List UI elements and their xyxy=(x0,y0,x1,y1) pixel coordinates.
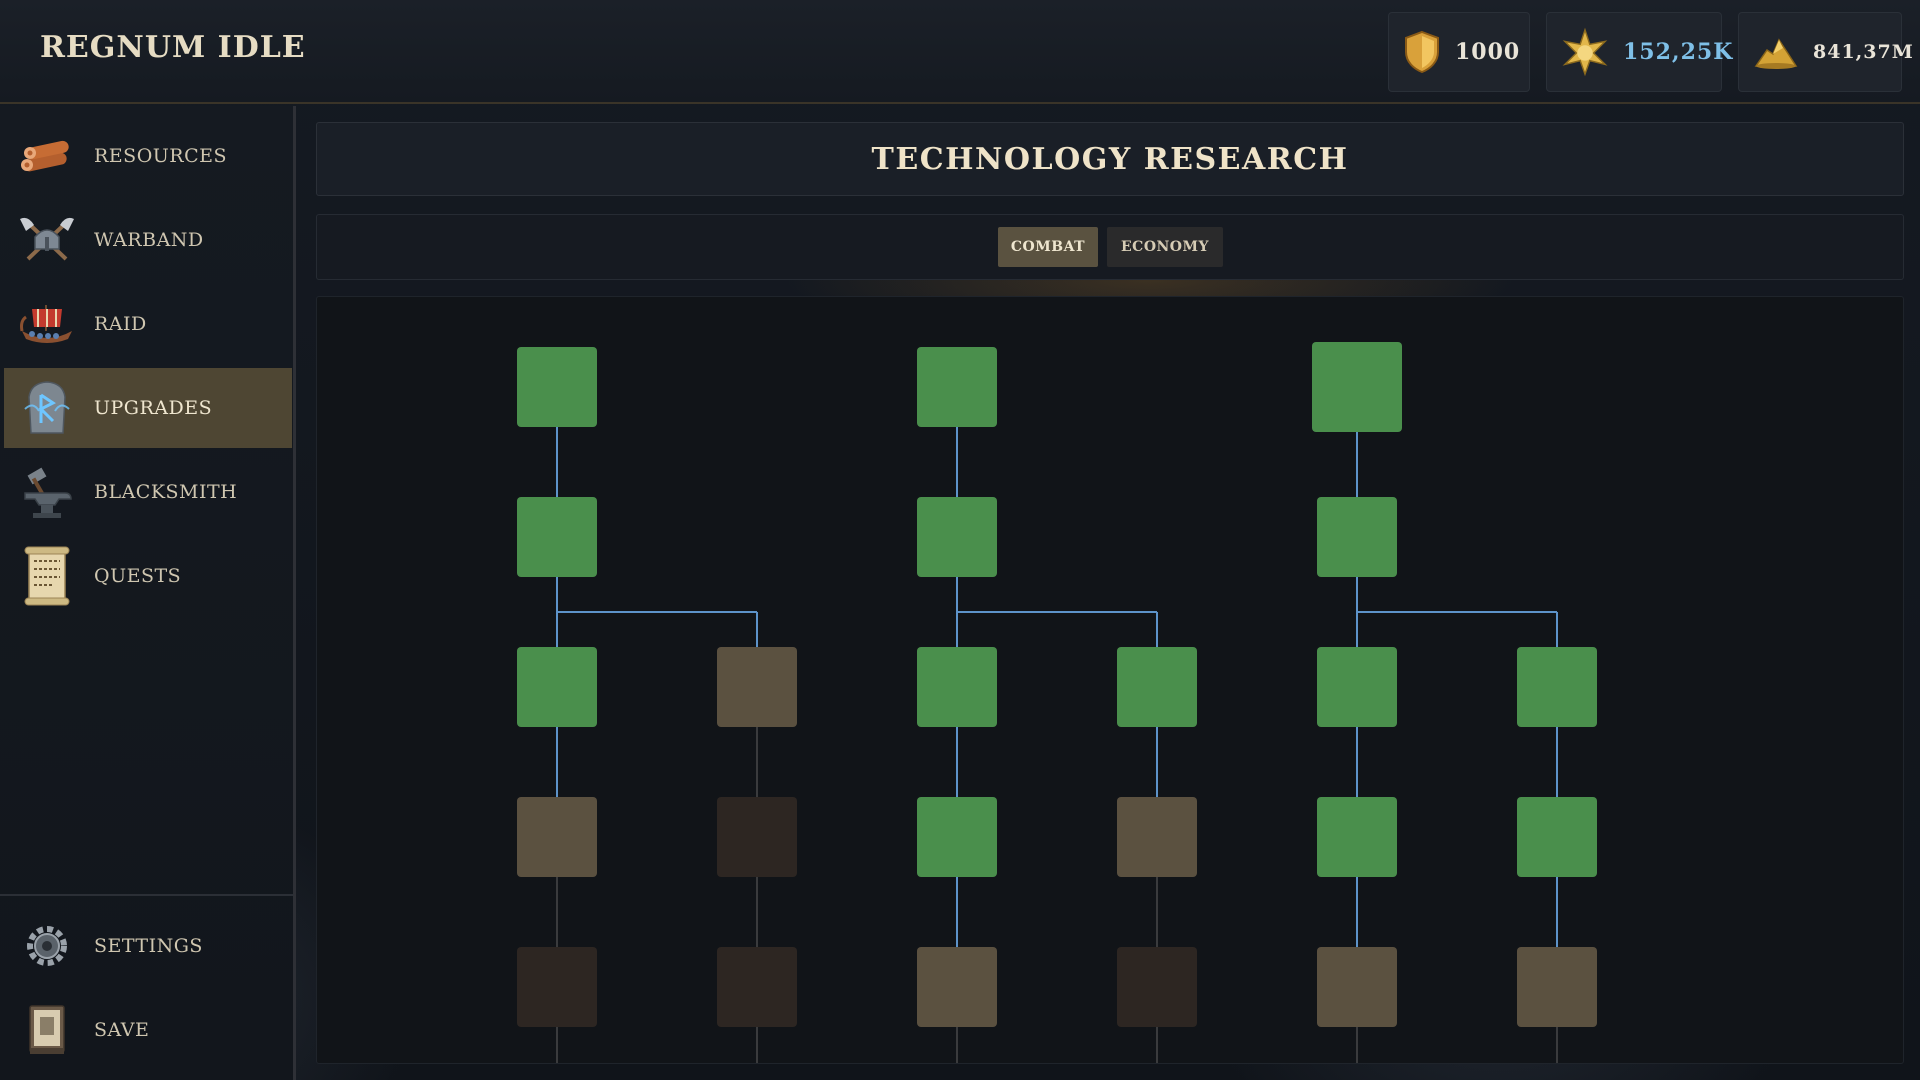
sidebar: RESOURCES WARBAND RAID UPGRADES BLACKSMI… xyxy=(0,106,296,1080)
logs-icon xyxy=(16,125,78,187)
sidebar-divider xyxy=(0,894,293,896)
sidebar-item-resources[interactable]: RESOURCES xyxy=(4,116,292,196)
page-title: TECHNOLOGY RESEARCH xyxy=(871,141,1349,177)
star-burst-icon xyxy=(1561,27,1609,77)
tech-node[interactable] xyxy=(717,647,797,727)
tab-bar: COMBAT ECONOMY xyxy=(316,214,1904,280)
book-icon xyxy=(16,999,78,1061)
tech-tree xyxy=(517,342,1597,1063)
tech-node[interactable] xyxy=(917,797,997,877)
tech-node[interactable] xyxy=(1317,647,1397,727)
rune-stone-icon xyxy=(16,377,78,439)
sidebar-item-label: SETTINGS xyxy=(94,935,203,957)
shield-value: 1000 xyxy=(1455,39,1521,65)
tech-node[interactable] xyxy=(517,497,597,577)
app-title: REGNUM IDLE xyxy=(40,30,306,65)
title-panel: TECHNOLOGY RESEARCH xyxy=(316,122,1904,196)
renown-value: 152,25K xyxy=(1623,39,1734,65)
tech-node[interactable] xyxy=(1517,647,1597,727)
sidebar-item-label: BLACKSMITH xyxy=(94,481,238,503)
tech-node[interactable] xyxy=(1317,497,1397,577)
sidebar-item-raid[interactable]: RAID xyxy=(4,284,292,364)
tech-node[interactable] xyxy=(1117,947,1197,1027)
gold-resource: 841,37M xyxy=(1738,12,1913,92)
tech-node[interactable] xyxy=(1312,342,1402,432)
tech-node[interactable] xyxy=(917,647,997,727)
sidebar-item-label: QUESTS xyxy=(94,565,182,587)
sidebar-item-warband[interactable]: WARBAND xyxy=(4,200,292,280)
sidebar-item-settings[interactable]: SETTINGS xyxy=(4,906,292,986)
gear-icon xyxy=(16,915,78,977)
tech-tree-panel xyxy=(316,296,1904,1064)
sidebar-item-save[interactable]: SAVE xyxy=(4,990,292,1070)
scroll-icon xyxy=(16,545,78,607)
shield-resource: 1000 xyxy=(1388,12,1530,92)
shield-icon xyxy=(1403,28,1441,76)
tech-node[interactable] xyxy=(917,497,997,577)
top-bar: REGNUM IDLE 1000 152,25K 841,37M xyxy=(0,0,1920,104)
sidebar-item-label: SAVE xyxy=(94,1019,150,1041)
tech-node[interactable] xyxy=(517,347,597,427)
tech-node[interactable] xyxy=(917,947,997,1027)
sidebar-item-quests[interactable]: QUESTS xyxy=(4,536,292,616)
tech-node[interactable] xyxy=(1317,797,1397,877)
sidebar-item-label: WARBAND xyxy=(94,229,204,251)
renown-resource: 152,25K xyxy=(1546,12,1732,92)
tab-economy[interactable]: ECONOMY xyxy=(1107,227,1223,267)
tech-node[interactable] xyxy=(717,797,797,877)
longship-icon xyxy=(16,293,78,355)
tech-node[interactable] xyxy=(1517,797,1597,877)
tech-node[interactable] xyxy=(1317,947,1397,1027)
sidebar-item-label: RESOURCES xyxy=(94,145,228,167)
sidebar-item-label: UPGRADES xyxy=(94,397,213,419)
tech-node[interactable] xyxy=(517,797,597,877)
anvil-hammer-icon xyxy=(16,461,78,523)
tech-node[interactable] xyxy=(517,947,597,1027)
tech-node[interactable] xyxy=(717,947,797,1027)
crossed-axes-helmet-icon xyxy=(16,209,78,271)
tech-node[interactable] xyxy=(1117,647,1197,727)
tech-node[interactable] xyxy=(1117,797,1197,877)
sidebar-item-blacksmith[interactable]: BLACKSMITH xyxy=(4,452,292,532)
gold-pile-icon xyxy=(1753,28,1799,76)
sidebar-item-upgrades[interactable]: UPGRADES xyxy=(4,368,292,448)
gold-value: 841,37M xyxy=(1813,41,1914,63)
sidebar-item-label: RAID xyxy=(94,313,147,335)
tech-node[interactable] xyxy=(517,647,597,727)
tech-node[interactable] xyxy=(1517,947,1597,1027)
tab-combat[interactable]: COMBAT xyxy=(998,227,1098,267)
tech-node[interactable] xyxy=(917,347,997,427)
